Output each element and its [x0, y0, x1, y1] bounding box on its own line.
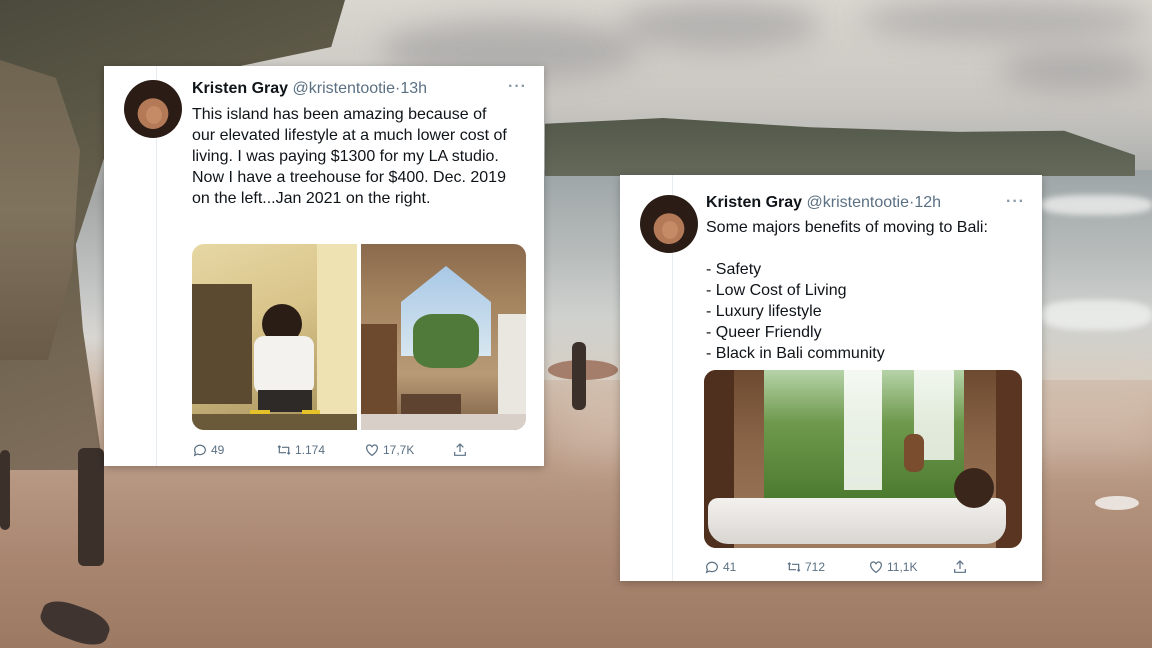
person-figure-edge — [0, 450, 10, 530]
share-button[interactable] — [952, 559, 968, 575]
like-count: 11,1K — [887, 560, 918, 574]
reply-count: 41 — [723, 560, 737, 574]
tweet-header: Kristen Gray @kristentootie·13h — [192, 80, 427, 98]
list-item: - Queer Friendly — [706, 324, 822, 341]
tweet-media[interactable] — [704, 370, 1022, 548]
timestamp[interactable]: 12h — [914, 194, 941, 211]
retweet-icon — [277, 445, 291, 455]
reply-button[interactable]: 49 — [192, 442, 224, 458]
reply-icon — [705, 561, 718, 574]
like-icon — [870, 561, 882, 574]
more-icon[interactable]: ··· — [508, 78, 527, 96]
timestamp[interactable]: 13h — [400, 80, 427, 97]
tweet-card[interactable]: Kristen Gray @kristentootie·12h ··· Some… — [620, 175, 1042, 581]
like-button[interactable]: 17,7K — [364, 442, 414, 458]
list-item: - Low Cost of Living — [706, 282, 847, 299]
retweet-button[interactable]: 1.174 — [276, 442, 325, 458]
tweet-intro: Some majors benefits of moving to Bali: — [706, 219, 988, 236]
retweet-icon — [787, 562, 801, 572]
media-photo-treehouse[interactable] — [361, 244, 526, 430]
tweet-header: Kristen Gray @kristentootie·12h — [706, 194, 941, 212]
media-photo-bathtub[interactable] — [704, 370, 1022, 548]
surfer-figure — [572, 342, 586, 410]
tweet-media[interactable] — [192, 244, 526, 430]
headland — [545, 118, 1135, 176]
author-name[interactable]: Kristen Gray — [706, 194, 802, 211]
avatar[interactable] — [124, 80, 182, 138]
media-photo-apartment[interactable] — [192, 244, 357, 430]
list-item: - Black in Bali community — [706, 345, 885, 362]
like-button[interactable]: 11,1K — [868, 559, 917, 575]
driftwood — [36, 595, 114, 648]
share-icon — [454, 443, 466, 456]
share-icon — [954, 560, 966, 573]
tweet-card[interactable]: Kristen Gray @kristentootie·13h ··· This… — [104, 66, 544, 466]
author-handle[interactable]: @kristentootie — [807, 194, 910, 211]
author-name[interactable]: Kristen Gray — [192, 80, 288, 97]
reply-button[interactable]: 41 — [704, 559, 736, 575]
retweet-count: 712 — [805, 560, 826, 574]
tweet-actions: 41 712 11,1K — [704, 557, 1022, 577]
share-button[interactable] — [452, 442, 468, 458]
list-item: - Luxury lifestyle — [706, 303, 822, 320]
retweet-button[interactable]: 712 — [786, 559, 825, 575]
tweet-text: This island has been amazing because of … — [192, 106, 507, 207]
author-handle[interactable]: @kristentootie — [293, 80, 396, 97]
avatar[interactable] — [640, 195, 698, 253]
reply-icon — [193, 444, 206, 457]
like-count: 17,7K — [383, 443, 415, 457]
reply-count: 49 — [211, 443, 225, 457]
tweet-actions: 49 1.174 17,7K — [192, 440, 526, 460]
person-figure — [78, 448, 104, 566]
list-item: - Safety — [706, 261, 762, 278]
retweet-count: 1.174 — [295, 443, 326, 457]
like-icon — [366, 444, 378, 457]
benefits-list: - Safety - Low Cost of Living - Luxury l… — [706, 259, 1026, 364]
more-icon[interactable]: ··· — [1006, 193, 1025, 211]
